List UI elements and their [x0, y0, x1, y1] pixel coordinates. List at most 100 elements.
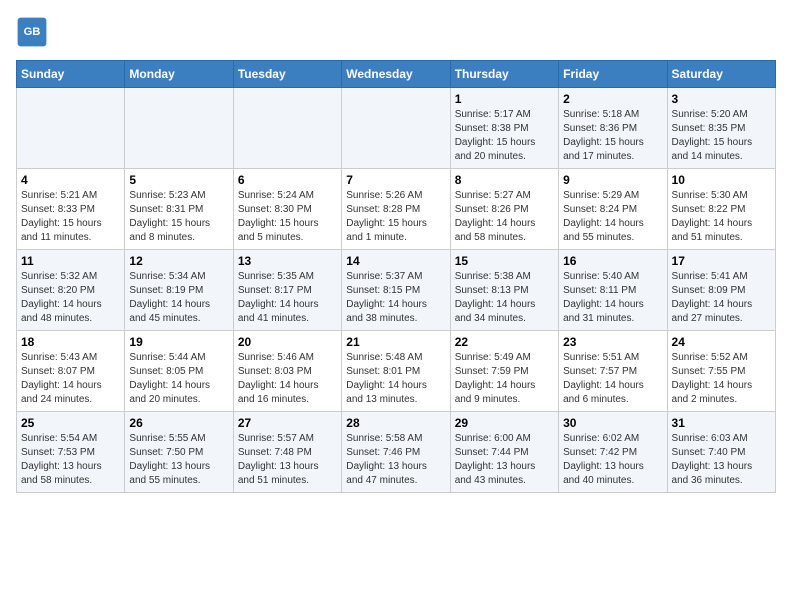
day-info: Sunrise: 5:38 AM Sunset: 8:13 PM Dayligh… — [455, 270, 554, 326]
calendar-cell: 3Sunrise: 5:20 AM Sunset: 8:35 PM Daylig… — [667, 88, 775, 169]
day-number: 20 — [238, 335, 337, 349]
day-number: 25 — [21, 416, 120, 430]
page-header: GB — [16, 16, 776, 48]
day-info: Sunrise: 5:17 AM Sunset: 8:38 PM Dayligh… — [455, 108, 554, 164]
day-info: Sunrise: 5:29 AM Sunset: 8:24 PM Dayligh… — [563, 189, 662, 245]
logo-icon: GB — [16, 16, 48, 48]
day-number: 22 — [455, 335, 554, 349]
day-info: Sunrise: 5:26 AM Sunset: 8:28 PM Dayligh… — [346, 189, 445, 245]
day-number: 27 — [238, 416, 337, 430]
calendar-cell: 26 Sunrise: 5:55 AM Sunset: 7:50 PM Dayli… — [125, 412, 233, 493]
calendar-cell: 14Sunrise: 5:37 AM Sunset: 8:15 PM Dayli… — [342, 250, 450, 331]
calendar-cell: 10 Sunrise: 5:30 AM Sunset: 8:22 PM Dayli… — [667, 169, 775, 250]
day-number: 5 — [129, 173, 228, 187]
day-info: Sunrise: 5:23 AM Sunset: 8:31 PM Dayligh… — [129, 189, 228, 245]
day-number: 4 — [21, 173, 120, 187]
day-number: 18 — [21, 335, 120, 349]
calendar-cell: 21Sunrise: 5:48 AM Sunset: 8:01 PM Dayli… — [342, 331, 450, 412]
day-number: 9 — [563, 173, 662, 187]
day-number: 2 — [563, 92, 662, 106]
day-info: Sunrise: 5:37 AM Sunset: 8:15 PM Dayligh… — [346, 270, 445, 326]
day-number: 16 — [563, 254, 662, 268]
calendar-week-row: 4 Sunrise: 5:21 AM Sunset: 8:33 PM Daylig… — [17, 169, 776, 250]
calendar-week-row: 18 Sunrise: 5:43 AM Sunset: 8:07 PM Dayli… — [17, 331, 776, 412]
day-info: Sunrise: 5:40 AM Sunset: 8:11 PM Dayligh… — [563, 270, 662, 326]
day-info: Sunrise: 5:46 AM Sunset: 8:03 PM Dayligh… — [238, 351, 337, 407]
calendar-cell: 20 Sunrise: 5:46 AM Sunset: 8:03 PM Dayli… — [233, 331, 341, 412]
day-number: 31 — [672, 416, 771, 430]
weekday-header: Sunday — [17, 61, 125, 88]
weekday-header: Saturday — [667, 61, 775, 88]
day-info: Sunrise: 5:21 AM Sunset: 8:33 PM Dayligh… — [21, 189, 120, 245]
calendar-cell: 6 Sunrise: 5:24 AM Sunset: 8:30 PM Daylig… — [233, 169, 341, 250]
calendar-cell: 16 Sunrise: 5:40 AM Sunset: 8:11 PM Dayli… — [559, 250, 667, 331]
calendar-cell: 8Sunrise: 5:27 AM Sunset: 8:26 PM Daylig… — [450, 169, 558, 250]
calendar-cell: 30 Sunrise: 6:02 AM Sunset: 7:42 PM Dayli… — [559, 412, 667, 493]
day-number: 3 — [672, 92, 771, 106]
calendar-week-row: 25 Sunrise: 5:54 AM Sunset: 7:53 PM Dayli… — [17, 412, 776, 493]
day-info: Sunrise: 6:02 AM Sunset: 7:42 PM Dayligh… — [563, 432, 662, 488]
calendar-cell: 24 Sunrise: 5:52 AM Sunset: 7:55 PM Dayli… — [667, 331, 775, 412]
day-info: Sunrise: 5:34 AM Sunset: 8:19 PM Dayligh… — [129, 270, 228, 326]
calendar-body: 1 Sunrise: 5:17 AM Sunset: 8:38 PM Daylig… — [17, 88, 776, 493]
calendar-cell — [125, 88, 233, 169]
calendar-cell — [342, 88, 450, 169]
calendar-cell — [17, 88, 125, 169]
day-number: 28 — [346, 416, 445, 430]
day-number: 1 — [455, 92, 554, 106]
day-info: Sunrise: 5:55 AM Sunset: 7:50 PM Dayligh… — [129, 432, 228, 488]
day-number: 21 — [346, 335, 445, 349]
calendar-header: SundayMondayTuesdayWednesdayThursdayFrid… — [17, 61, 776, 88]
day-info: Sunrise: 5:52 AM Sunset: 7:55 PM Dayligh… — [672, 351, 771, 407]
day-number: 6 — [238, 173, 337, 187]
weekday-header: Tuesday — [233, 61, 341, 88]
weekday-header: Friday — [559, 61, 667, 88]
calendar-cell: 5 Sunrise: 5:23 AM Sunset: 8:31 PM Daylig… — [125, 169, 233, 250]
calendar-week-row: 11Sunrise: 5:32 AM Sunset: 8:20 PM Dayli… — [17, 250, 776, 331]
calendar-table: SundayMondayTuesdayWednesdayThursdayFrid… — [16, 60, 776, 493]
calendar-cell: 2 Sunrise: 5:18 AM Sunset: 8:36 PM Daylig… — [559, 88, 667, 169]
calendar-week-row: 1 Sunrise: 5:17 AM Sunset: 8:38 PM Daylig… — [17, 88, 776, 169]
day-number: 10 — [672, 173, 771, 187]
day-number: 26 — [129, 416, 228, 430]
day-info: Sunrise: 5:44 AM Sunset: 8:05 PM Dayligh… — [129, 351, 228, 407]
day-number: 30 — [563, 416, 662, 430]
day-number: 13 — [238, 254, 337, 268]
day-info: Sunrise: 5:43 AM Sunset: 8:07 PM Dayligh… — [21, 351, 120, 407]
day-info: Sunrise: 5:32 AM Sunset: 8:20 PM Dayligh… — [21, 270, 120, 326]
day-number: 7 — [346, 173, 445, 187]
day-info: Sunrise: 5:27 AM Sunset: 8:26 PM Dayligh… — [455, 189, 554, 245]
logo: GB — [16, 16, 52, 48]
calendar-cell: 19 Sunrise: 5:44 AM Sunset: 8:05 PM Dayli… — [125, 331, 233, 412]
day-info: Sunrise: 5:57 AM Sunset: 7:48 PM Dayligh… — [238, 432, 337, 488]
day-info: Sunrise: 5:24 AM Sunset: 8:30 PM Dayligh… — [238, 189, 337, 245]
day-info: Sunrise: 5:35 AM Sunset: 8:17 PM Dayligh… — [238, 270, 337, 326]
weekday-header: Thursday — [450, 61, 558, 88]
day-info: Sunrise: 5:30 AM Sunset: 8:22 PM Dayligh… — [672, 189, 771, 245]
day-info: Sunrise: 5:54 AM Sunset: 7:53 PM Dayligh… — [21, 432, 120, 488]
weekday-header: Wednesday — [342, 61, 450, 88]
calendar-cell: 18 Sunrise: 5:43 AM Sunset: 8:07 PM Dayli… — [17, 331, 125, 412]
day-number: 23 — [563, 335, 662, 349]
day-number: 12 — [129, 254, 228, 268]
svg-text:GB: GB — [24, 26, 41, 38]
day-number: 15 — [455, 254, 554, 268]
day-info: Sunrise: 5:41 AM Sunset: 8:09 PM Dayligh… — [672, 270, 771, 326]
day-info: Sunrise: 5:58 AM Sunset: 7:46 PM Dayligh… — [346, 432, 445, 488]
day-info: Sunrise: 6:00 AM Sunset: 7:44 PM Dayligh… — [455, 432, 554, 488]
weekday-header: Monday — [125, 61, 233, 88]
calendar-cell: 7 Sunrise: 5:26 AM Sunset: 8:28 PM Daylig… — [342, 169, 450, 250]
calendar-cell: 9 Sunrise: 5:29 AM Sunset: 8:24 PM Daylig… — [559, 169, 667, 250]
calendar-cell: 12 Sunrise: 5:34 AM Sunset: 8:19 PM Dayli… — [125, 250, 233, 331]
day-info: Sunrise: 5:18 AM Sunset: 8:36 PM Dayligh… — [563, 108, 662, 164]
calendar-cell: 13 Sunrise: 5:35 AM Sunset: 8:17 PM Dayli… — [233, 250, 341, 331]
calendar-cell: 22 Sunrise: 5:49 AM Sunset: 7:59 PM Dayli… — [450, 331, 558, 412]
calendar-cell: 25 Sunrise: 5:54 AM Sunset: 7:53 PM Dayli… — [17, 412, 125, 493]
header-row: SundayMondayTuesdayWednesdayThursdayFrid… — [17, 61, 776, 88]
calendar-cell: 11Sunrise: 5:32 AM Sunset: 8:20 PM Dayli… — [17, 250, 125, 331]
calendar-cell: 31Sunrise: 6:03 AM Sunset: 7:40 PM Dayli… — [667, 412, 775, 493]
calendar-cell — [233, 88, 341, 169]
day-number: 19 — [129, 335, 228, 349]
day-number: 24 — [672, 335, 771, 349]
day-info: Sunrise: 5:49 AM Sunset: 7:59 PM Dayligh… — [455, 351, 554, 407]
